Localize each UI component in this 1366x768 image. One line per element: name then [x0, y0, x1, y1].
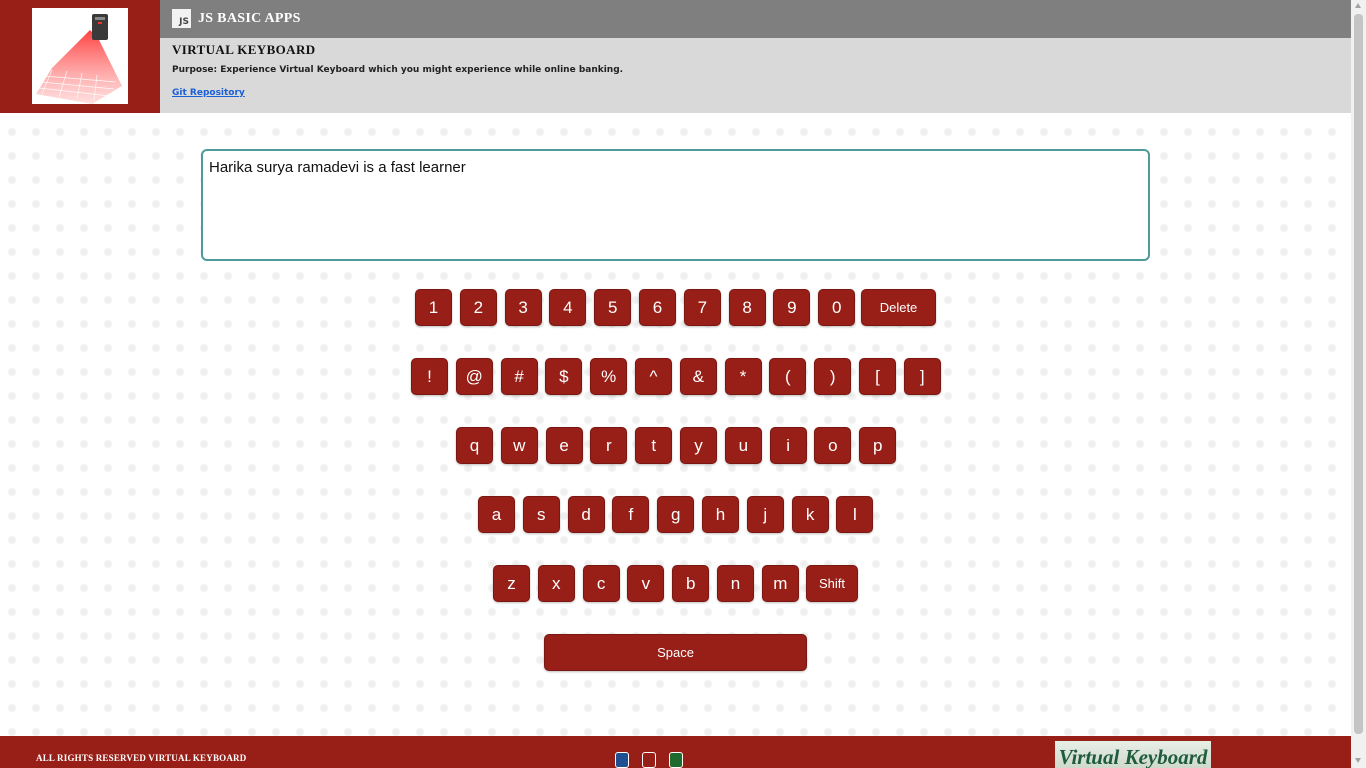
shift-key[interactable]: Shift	[806, 565, 858, 602]
key-symbols-5[interactable]: ^	[635, 358, 672, 395]
key-numbers-4[interactable]: 5	[594, 289, 632, 326]
delete-key[interactable]: Delete	[861, 289, 936, 326]
key-qwerty-6[interactable]: u	[724, 427, 762, 464]
key-asdf-4[interactable]: g	[657, 496, 695, 533]
key-numbers-6[interactable]: 7	[683, 289, 721, 326]
key-numbers-1[interactable]: 2	[459, 289, 497, 326]
info-bar: VIRTUAL KEYBOARD Purpose: Experience Vir…	[160, 38, 1351, 113]
key-zxcv-5[interactable]: n	[717, 565, 754, 602]
key-numbers-8[interactable]: 9	[773, 289, 811, 326]
key-numbers-5[interactable]: 6	[639, 289, 676, 326]
scroll-thumb[interactable]	[1354, 14, 1363, 734]
vertical-scrollbar[interactable]	[1351, 0, 1366, 768]
scroll-down-arrow-icon[interactable]	[1355, 758, 1361, 763]
key-asdf-3[interactable]: f	[612, 496, 650, 533]
app-name: JS BASIC APPS	[198, 11, 301, 26]
key-qwerty-3[interactable]: r	[590, 427, 628, 464]
key-symbols-11[interactable]: ]	[903, 358, 941, 395]
key-asdf-2[interactable]: d	[567, 496, 605, 533]
theme-swatch-red[interactable]	[642, 752, 656, 768]
virtual-keyboard-projector-icon	[32, 8, 128, 104]
key-numbers-2[interactable]: 3	[504, 289, 542, 326]
key-zxcv-4[interactable]: b	[672, 565, 710, 602]
scroll-up-arrow-icon[interactable]	[1355, 3, 1361, 8]
key-asdf-8[interactable]: l	[836, 496, 874, 533]
key-qwerty-2[interactable]: e	[545, 427, 583, 464]
key-asdf-0[interactable]: a	[478, 496, 515, 533]
key-symbols-0[interactable]: !	[411, 358, 448, 395]
js-logo-icon: JS	[172, 9, 191, 28]
key-qwerty-9[interactable]: p	[859, 427, 897, 464]
key-zxcv-2[interactable]: c	[582, 565, 620, 602]
key-qwerty-4[interactable]: t	[635, 427, 673, 464]
key-numbers-3[interactable]: 4	[549, 289, 587, 326]
key-zxcv-0[interactable]: z	[493, 565, 530, 602]
key-symbols-2[interactable]: #	[500, 358, 538, 395]
space-key[interactable]: Space	[544, 634, 807, 671]
theme-swatch-blue[interactable]	[615, 752, 629, 768]
key-asdf-5[interactable]: h	[702, 496, 739, 533]
key-asdf-7[interactable]: k	[791, 496, 829, 533]
key-qwerty-1[interactable]: w	[500, 427, 538, 464]
key-symbols-10[interactable]: [	[859, 358, 896, 395]
key-asdf-6[interactable]: j	[746, 496, 784, 533]
purpose-text: Purpose: Experience Virtual Keyboard whi…	[172, 65, 624, 75]
key-zxcv-6[interactable]: m	[761, 565, 799, 602]
key-qwerty-0[interactable]: q	[456, 427, 493, 464]
footer-logo-text: Virtual Keyboard	[1058, 745, 1208, 768]
key-numbers-9[interactable]: 0	[818, 289, 856, 326]
key-symbols-8[interactable]: (	[769, 358, 807, 395]
key-numbers-7[interactable]: 8	[728, 289, 766, 326]
key-qwerty-8[interactable]: o	[814, 427, 852, 464]
key-zxcv-1[interactable]: x	[537, 565, 575, 602]
page-footer: ALL RIGHTS RESERVED VIRTUAL KEYBOARD Vir…	[0, 736, 1351, 768]
page-title: VIRTUAL KEYBOARD	[172, 42, 316, 57]
key-symbols-6[interactable]: &	[679, 358, 717, 395]
theme-swatch-green[interactable]	[669, 752, 683, 768]
logo-panel	[0, 0, 160, 113]
key-zxcv-3[interactable]: v	[627, 565, 665, 602]
key-qwerty-5[interactable]: y	[680, 427, 717, 464]
rights-text: ALL RIGHTS RESERVED VIRTUAL KEYBOARD	[36, 753, 247, 763]
keyboard-output-textarea[interactable]: Harika surya ramadevi is a fast learner	[201, 149, 1150, 261]
key-numbers-0[interactable]: 1	[415, 289, 452, 326]
key-symbols-4[interactable]: %	[590, 358, 628, 395]
page-header: JS JS BASIC APPS VIRTUAL KEYBOARD Purpos…	[0, 0, 1351, 113]
key-symbols-1[interactable]: @	[455, 358, 493, 395]
git-repository-link[interactable]: Git Repository	[172, 88, 245, 98]
footer-logo: Virtual Keyboard	[1055, 741, 1211, 768]
key-asdf-1[interactable]: s	[522, 496, 560, 533]
key-qwerty-7[interactable]: i	[769, 427, 807, 464]
app-title-bar: JS JS BASIC APPS	[160, 0, 1351, 38]
key-symbols-7[interactable]: *	[724, 358, 762, 395]
key-symbols-3[interactable]: $	[545, 358, 583, 395]
key-symbols-9[interactable]: )	[814, 358, 852, 395]
